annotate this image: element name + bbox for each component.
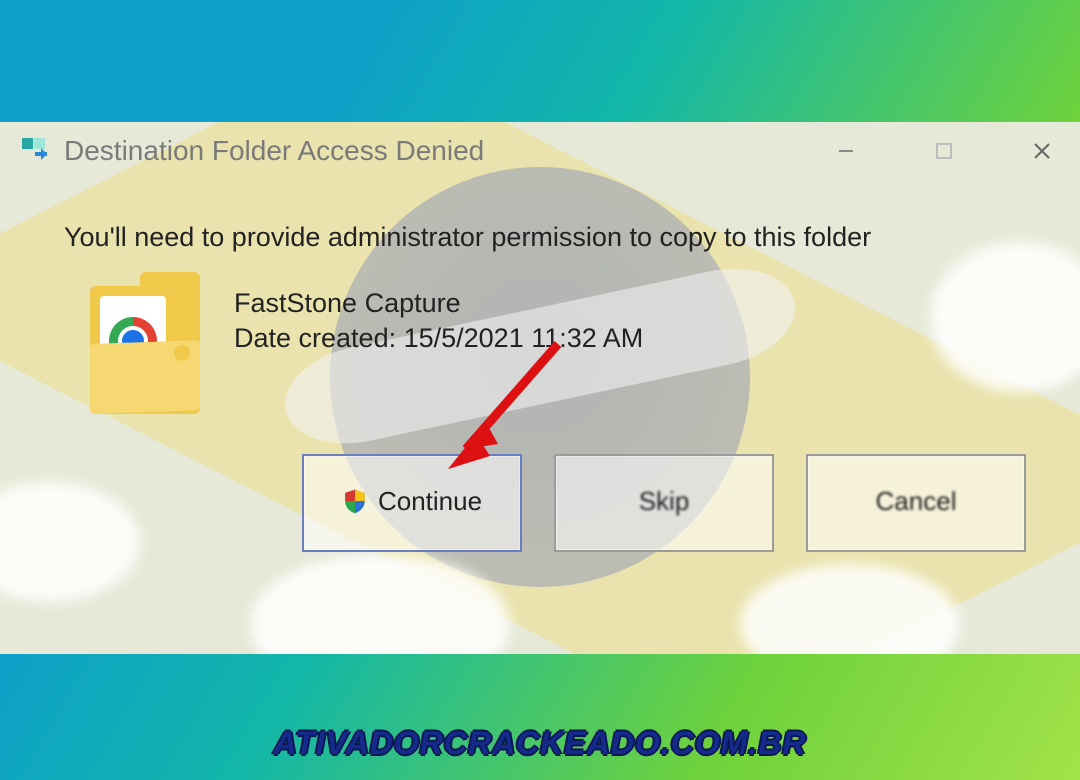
folder-text: FastStone Capture Date created: 15/5/202…	[234, 286, 643, 354]
skip-button[interactable]: Skip	[554, 454, 774, 552]
uac-shield-icon	[342, 488, 368, 514]
watermark-text: ATIVADORCRACKEADO.COM.BR	[0, 725, 1080, 762]
maximize-button[interactable]	[924, 131, 964, 171]
cancel-label: Cancel	[876, 486, 957, 517]
dialog-title: Destination Folder Access Denied	[64, 135, 484, 167]
copy-move-icon	[22, 138, 48, 164]
dialog-buttons: Continue Skip Cancel	[302, 454, 1026, 552]
window-controls	[826, 124, 1062, 178]
skip-label: Skip	[639, 486, 690, 517]
continue-button[interactable]: Continue	[302, 454, 522, 552]
folder-info: FastStone Capture Date created: 15/5/202…	[90, 286, 643, 414]
title-bar[interactable]: Destination Folder Access Denied	[6, 124, 1074, 178]
dialog-message: You'll need to provide administrator per…	[64, 220, 1044, 255]
dialog-window: Destination Folder Access Denied You'll …	[6, 124, 1074, 584]
continue-label: Continue	[378, 486, 482, 517]
folder-chrome-icon	[90, 286, 200, 414]
cancel-button[interactable]: Cancel	[806, 454, 1026, 552]
folder-name: FastStone Capture	[234, 288, 643, 319]
minimize-button[interactable]	[826, 131, 866, 171]
folder-date: Date created: 15/5/2021 11:32 AM	[234, 323, 643, 354]
close-button[interactable]	[1022, 131, 1062, 171]
